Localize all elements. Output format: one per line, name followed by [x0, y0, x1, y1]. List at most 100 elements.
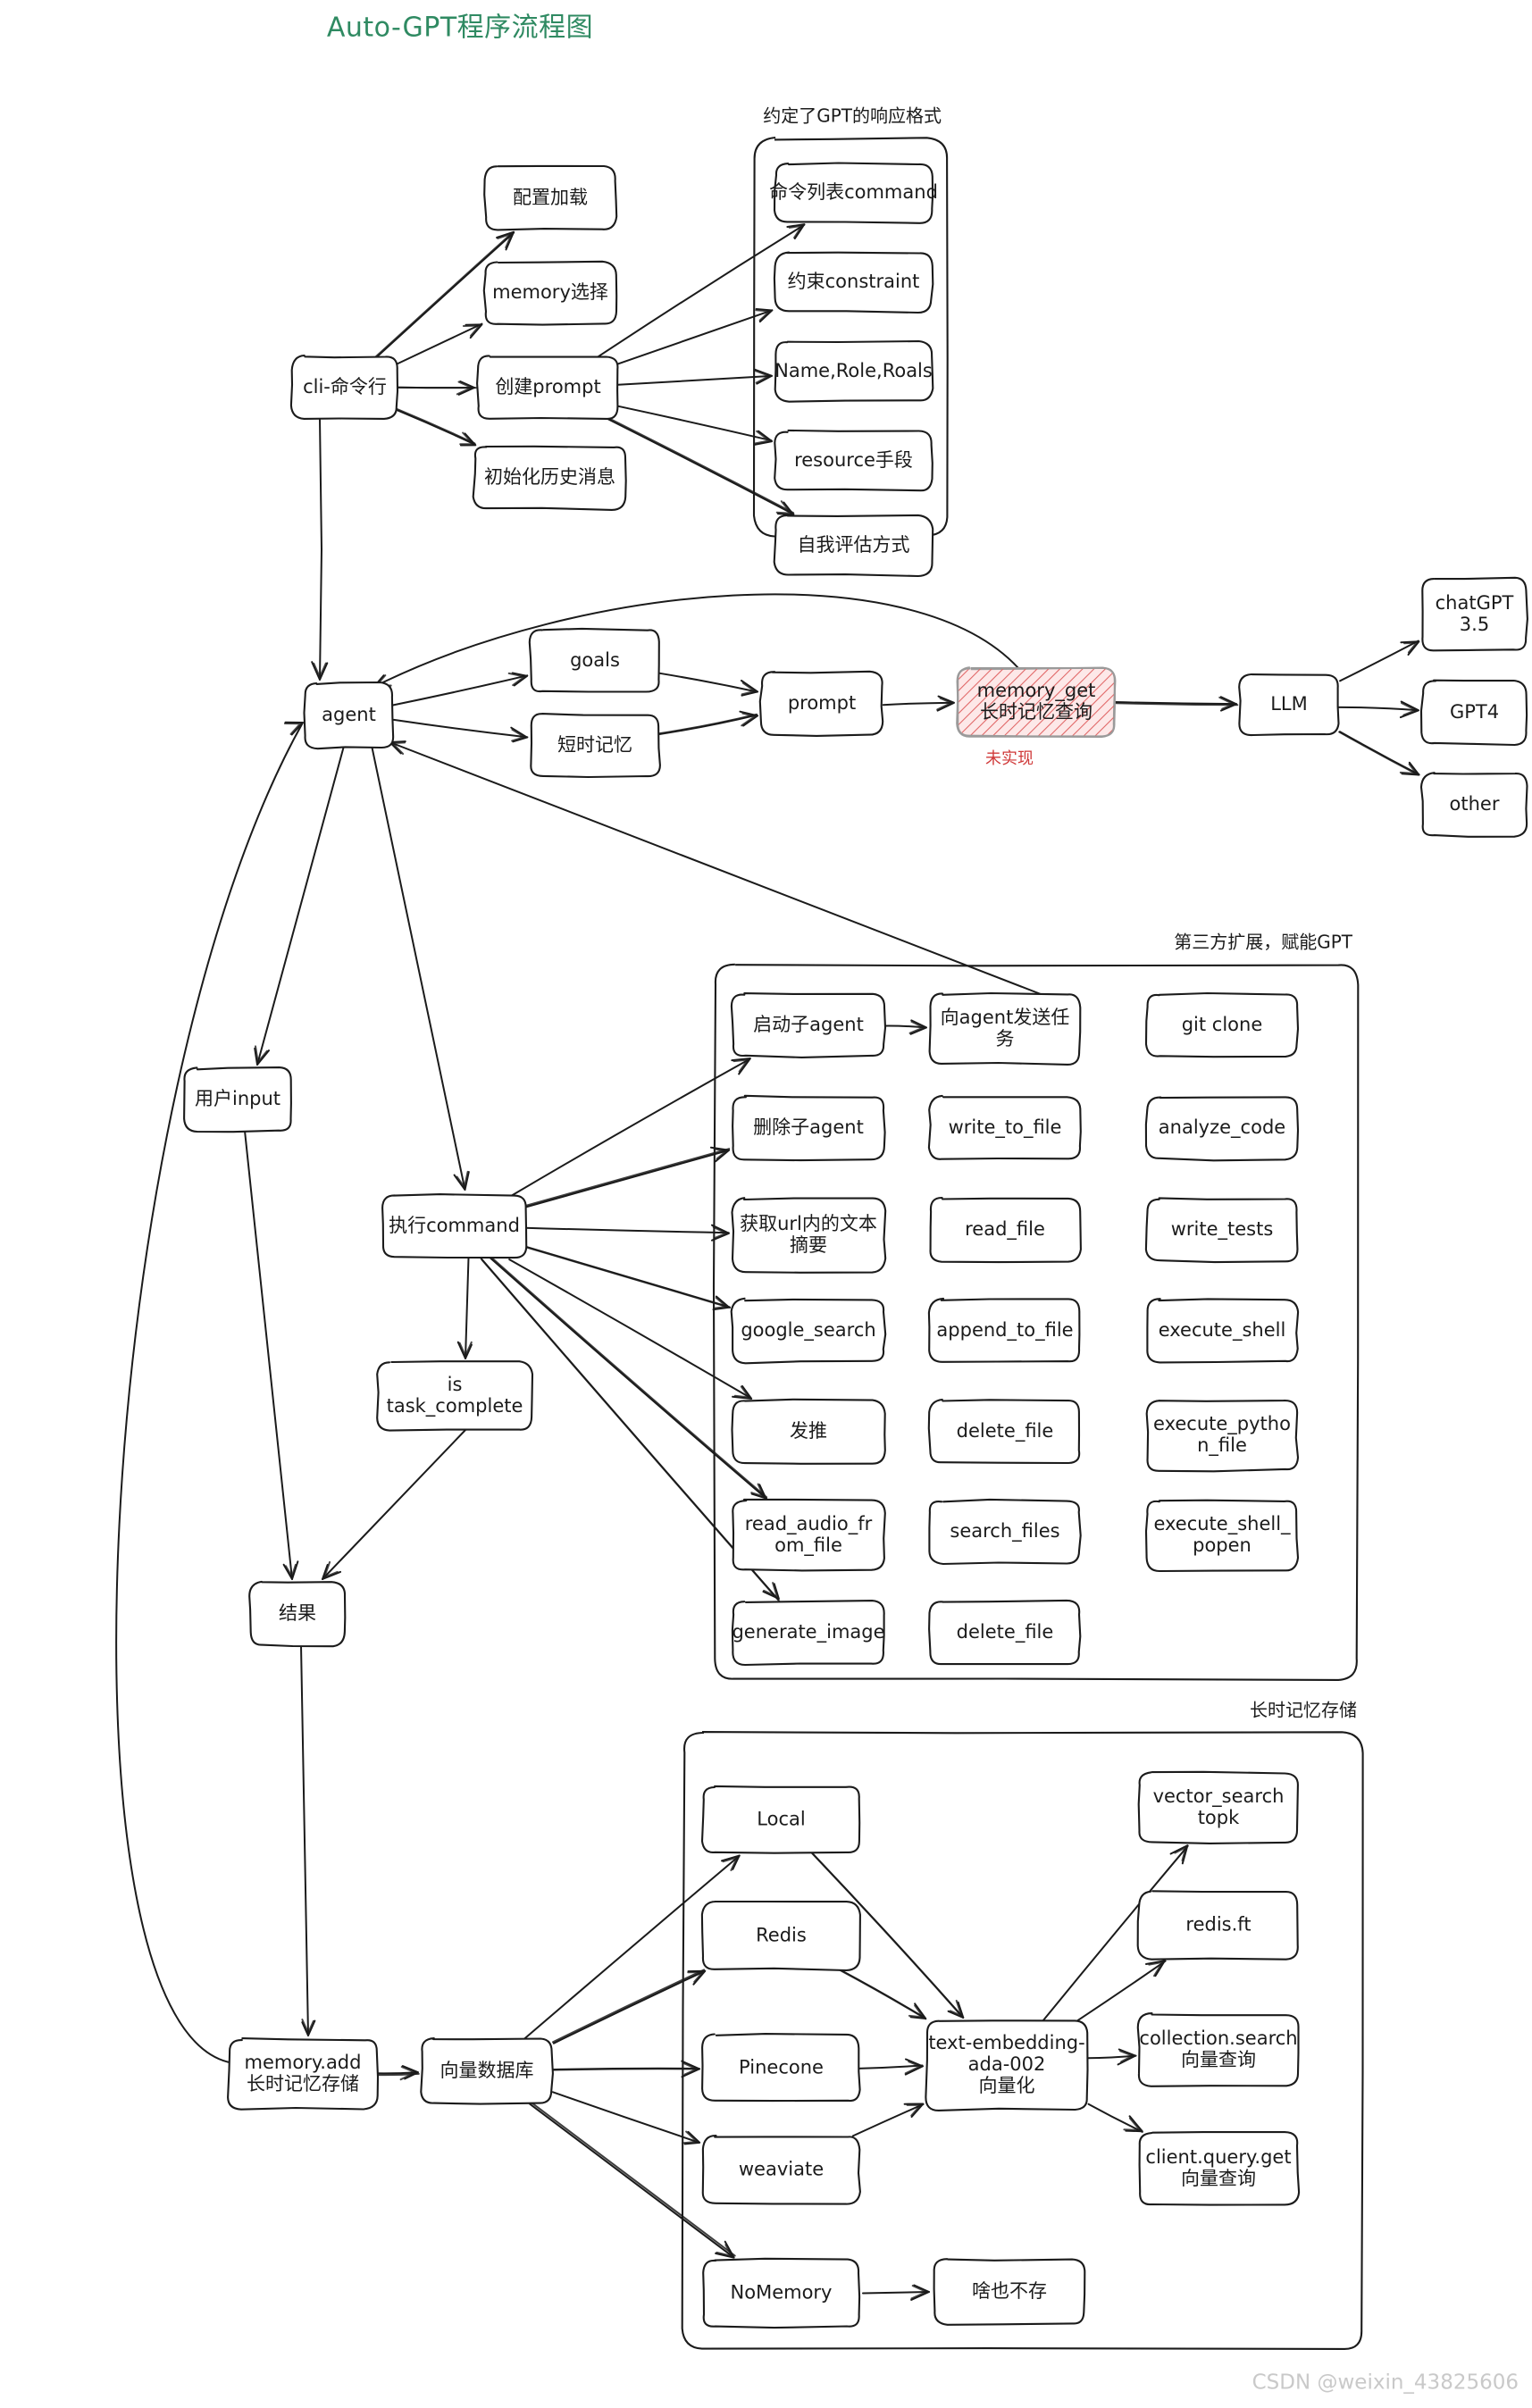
- node-execute_shell[interactable]: execute_shell: [1146, 1298, 1300, 1364]
- node-generate_image[interactable]: generate_image: [731, 1600, 885, 1667]
- node-redis[interactable]: Redis: [700, 1900, 861, 1972]
- node-label-vector_db: 向量数据库: [440, 2060, 534, 2081]
- node-other[interactable]: other: [1419, 772, 1528, 838]
- node-label-cli: cli-命令行: [303, 376, 387, 397]
- node-prompt[interactable]: prompt: [758, 670, 884, 737]
- edge-send_task-to-agent: [389, 741, 1042, 995]
- node-redis_ft[interactable]: redis.ft: [1136, 1890, 1299, 1961]
- edge-accent-exec_command-to-del_sub_agent: [524, 1148, 731, 1207]
- node-label-execute_shell_popen: execute_shell_: [1153, 1513, 1291, 1535]
- node-start_sub_agent[interactable]: 启动子agent: [730, 992, 887, 1058]
- node-gpt4[interactable]: GPT4: [1419, 679, 1528, 747]
- node-label-mem_select: memory选择: [492, 281, 608, 303]
- node-cfg_load[interactable]: 配置加载: [483, 164, 618, 231]
- node-create_prompt[interactable]: 创建prompt: [476, 355, 619, 420]
- node-pinecone[interactable]: Pinecone: [701, 2033, 861, 2103]
- node-label-redis_ft: redis.ft: [1185, 1914, 1251, 1936]
- node-label-is_task_complete-line2: task_complete: [387, 1395, 523, 1417]
- node-label-llm: LLM: [1270, 693, 1308, 715]
- edge-agent-to-goals: [391, 674, 529, 707]
- node-constraint[interactable]: 约束constraint: [773, 251, 934, 314]
- node-local[interactable]: Local: [700, 1785, 861, 1854]
- node-nothing_stored[interactable]: 啥也不存: [933, 2258, 1086, 2326]
- edge-result-to-memory_add: [300, 1644, 309, 2036]
- node-label-write_to_file: write_to_file: [949, 1116, 1062, 1139]
- edge-cli-to-agent: [319, 418, 322, 681]
- node-label-send_task-line2: 务: [996, 1028, 1015, 1049]
- node-short_mem[interactable]: 短时记忆: [530, 713, 661, 779]
- edge-create_prompt-to-name_role: [617, 374, 773, 386]
- node-google_search[interactable]: google_search: [730, 1297, 887, 1365]
- node-label-result: 结果: [279, 1602, 316, 1624]
- node-chatgpt35[interactable]: chatGPT3.5: [1421, 576, 1528, 652]
- node-note-memory_get: 未实现: [985, 749, 1034, 768]
- node-label-goals: goals: [570, 649, 620, 671]
- node-delete_file_1[interactable]: delete_file: [927, 1398, 1081, 1465]
- node-nomemory[interactable]: NoMemory: [702, 2257, 861, 2329]
- node-label-search_files: search_files: [950, 1520, 1059, 1543]
- node-label-execute_shell_popen-line2: popen: [1193, 1534, 1252, 1556]
- node-exec_command[interactable]: 执行command: [381, 1193, 528, 1259]
- node-label-read_audio: read_audio_fr: [745, 1513, 873, 1535]
- node-git_clone[interactable]: git clone: [1144, 991, 1300, 1058]
- node-search_files[interactable]: search_files: [928, 1498, 1082, 1566]
- node-execute_shell_popen[interactable]: execute_shell_popen: [1144, 1499, 1300, 1573]
- edge-is_task_complete-to-result: [322, 1429, 466, 1580]
- node-write_tests[interactable]: write_tests: [1144, 1197, 1299, 1264]
- node-read_file[interactable]: read_file: [929, 1196, 1082, 1264]
- node-write_to_file[interactable]: write_to_file: [927, 1094, 1082, 1160]
- node-client_query_get[interactable]: client.query.get向量查询: [1138, 2131, 1301, 2206]
- node-llm[interactable]: LLM: [1238, 673, 1340, 737]
- node-label-vector_search_topk-line2: topk: [1198, 1807, 1240, 1828]
- edge-memory_get-to-agent: [373, 593, 1019, 688]
- node-read_audio[interactable]: read_audio_from_file: [732, 1498, 886, 1572]
- node-fetch_url[interactable]: 获取url内的文本摘要: [731, 1197, 887, 1274]
- page-title: Auto-GPT程序流程图: [327, 13, 593, 44]
- node-execute_python[interactable]: execute_python_file: [1145, 1400, 1300, 1473]
- edge-accent-exec_command-to-google_search: [524, 1246, 732, 1309]
- node-label-fetch_url: 获取url内的文本: [740, 1213, 877, 1234]
- node-label-client_query_get: client.query.get: [1145, 2146, 1291, 2168]
- node-name_role[interactable]: Name,Role,Roals: [774, 339, 934, 403]
- node-label-start_sub_agent: 启动子agent: [753, 1014, 864, 1035]
- node-is_task_complete[interactable]: istask_complete: [376, 1360, 534, 1432]
- edge-memory_add-to-vector_db: [374, 2071, 419, 2075]
- node-mem_select[interactable]: memory选择: [482, 260, 618, 326]
- node-cli[interactable]: cli-命令行: [289, 354, 399, 420]
- node-weaviate[interactable]: weaviate: [701, 2134, 861, 2205]
- node-del_sub_agent[interactable]: 删除子agent: [732, 1094, 886, 1162]
- node-init_history[interactable]: 初始化历史消息: [472, 445, 627, 511]
- node-embedding[interactable]: text-embedding-ada-002向量化: [925, 2019, 1089, 2111]
- node-delete_file_2[interactable]: delete_file: [928, 1599, 1082, 1666]
- node-user_input[interactable]: 用户input: [183, 1066, 292, 1133]
- node-self_eval[interactable]: 自我评估方式: [773, 514, 934, 578]
- node-post_tweet[interactable]: 发推: [731, 1398, 886, 1465]
- edge-cli-to-init_history: [395, 408, 476, 446]
- node-vector_db[interactable]: 向量数据库: [420, 2037, 554, 2105]
- node-label-collection_search: collection.search: [1139, 2028, 1297, 2049]
- edge-accent-llm-to-other: [1338, 731, 1419, 776]
- node-goals[interactable]: goals: [528, 627, 660, 693]
- node-label-git_clone: git clone: [1182, 1014, 1263, 1035]
- node-vector_search_topk[interactable]: vector_searchtopk: [1137, 1770, 1299, 1844]
- node-cmd_list[interactable]: 命令列表command: [769, 162, 938, 224]
- node-label-write_tests: write_tests: [1171, 1218, 1274, 1241]
- node-label-local: Local: [757, 1809, 805, 1830]
- node-memory_get[interactable]: memory_get长时记忆查询未实现: [956, 666, 1117, 768]
- node-agent[interactable]: agent: [303, 681, 395, 750]
- node-label-redis: Redis: [756, 1925, 807, 1946]
- node-send_task[interactable]: 向agent发送任务: [928, 991, 1082, 1066]
- node-label-is_task_complete: is: [448, 1374, 463, 1395]
- node-label-analyze_code: analyze_code: [1159, 1116, 1285, 1139]
- edge-user_input-to-result: [244, 1130, 293, 1580]
- node-collection_search[interactable]: collection.search向量查询: [1136, 2012, 1300, 2087]
- node-label-user_input: 用户input: [195, 1088, 280, 1109]
- node-append_to_file[interactable]: append_to_file: [927, 1297, 1081, 1363]
- node-resource[interactable]: resource手段: [774, 429, 933, 492]
- node-result[interactable]: 结果: [248, 1580, 347, 1648]
- node-analyze_code[interactable]: analyze_code: [1144, 1096, 1300, 1162]
- flowchart-svg: 约定了GPT的响应格式第三方扩展，赋能GPT 长时记忆存储 cli-命令行 配置加载…: [115, 13, 1528, 2395]
- node-label-client_query_get-line2: 向量查询: [1181, 2168, 1256, 2189]
- edge-create_prompt-to-constraint: [616, 309, 774, 365]
- node-memory_add[interactable]: memory.add长时记忆存储: [227, 2037, 380, 2111]
